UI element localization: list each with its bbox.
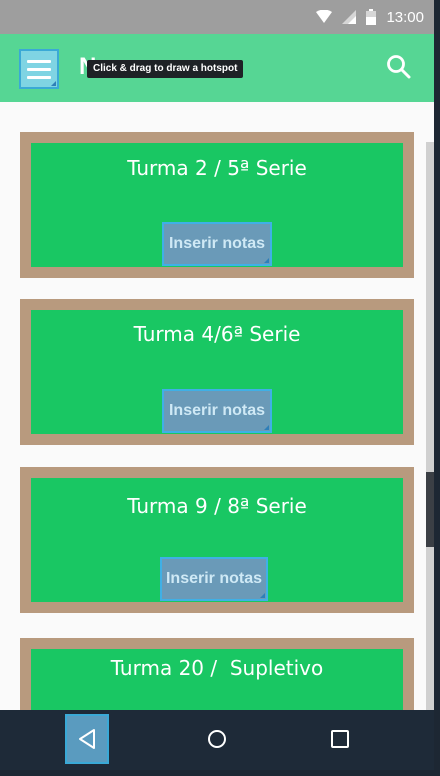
status-icons: 13:00 <box>316 6 424 28</box>
class-title: Turma 20 / Supletivo <box>110 656 324 680</box>
back-button[interactable] <box>65 714 109 764</box>
search-button[interactable] <box>386 54 412 80</box>
insert-grades-label: Inserir notas <box>165 570 263 587</box>
search-icon <box>387 55 411 79</box>
class-title: Turma 9 / 8ª Serie <box>127 494 307 518</box>
resize-handle-icon <box>264 258 269 263</box>
class-card-body: Turma 4/6ª Serie Inserir notas <box>31 310 403 434</box>
home-button[interactable] <box>195 714 239 764</box>
insert-grades-label: Inserir notas <box>168 402 266 419</box>
navigation-bar <box>0 710 434 770</box>
resize-handle-icon <box>260 593 265 598</box>
hamburger-menu-icon <box>27 59 51 63</box>
status-bar: 13:00 <box>0 0 434 34</box>
hamburger-menu-button[interactable] <box>19 49 59 89</box>
class-card: Turma 20 / Supletivo <box>20 638 414 710</box>
recents-icon <box>331 730 349 748</box>
class-card-body: Turma 9 / 8ª Serie Inserir notas <box>31 478 403 602</box>
class-card: Turma 9 / 8ª Serie Inserir notas <box>20 467 414 613</box>
hamburger-bar <box>27 67 51 71</box>
home-icon <box>208 730 226 748</box>
insert-grades-button[interactable]: Inserir notas <box>162 222 272 266</box>
resize-handle-icon <box>264 425 269 430</box>
class-title: Turma 4/6ª Serie <box>133 322 301 346</box>
class-card: Turma 2 / 5ª Serie Inserir notas <box>20 132 414 278</box>
signal-icon <box>342 10 357 24</box>
insert-grades-button[interactable]: Inserir notas <box>160 557 268 601</box>
insert-grades-label: Inserir notas <box>168 235 266 252</box>
class-card-body: Turma 2 / 5ª Serie Inserir notas <box>31 143 403 267</box>
class-card: Turma 4/6ª Serie Inserir notas <box>20 299 414 445</box>
scrollbar-thumb[interactable] <box>426 472 434 547</box>
back-icon <box>79 729 95 749</box>
hotspot-tooltip: Click & drag to draw a hotspot <box>87 60 244 78</box>
insert-grades-button[interactable]: Inserir notas <box>162 389 272 433</box>
hamburger-bar <box>27 75 51 79</box>
battery-icon <box>366 9 377 25</box>
scrollbar-track[interactable] <box>426 142 434 710</box>
class-title: Turma 2 / 5ª Serie <box>127 156 307 180</box>
app-header: N Click & drag to draw a hotspot <box>0 34 434 102</box>
class-list[interactable]: Turma 2 / 5ª Serie Inserir notas Turma 4… <box>0 102 434 710</box>
recents-button[interactable] <box>318 714 362 764</box>
class-card-body: Turma 20 / Supletivo <box>31 649 403 710</box>
wifi-icon <box>316 10 333 23</box>
phone-screen: 13:00 N Click & drag to draw a hotspot T… <box>0 0 434 770</box>
resize-handle-icon <box>51 81 56 86</box>
status-time: 13:00 <box>386 8 424 26</box>
